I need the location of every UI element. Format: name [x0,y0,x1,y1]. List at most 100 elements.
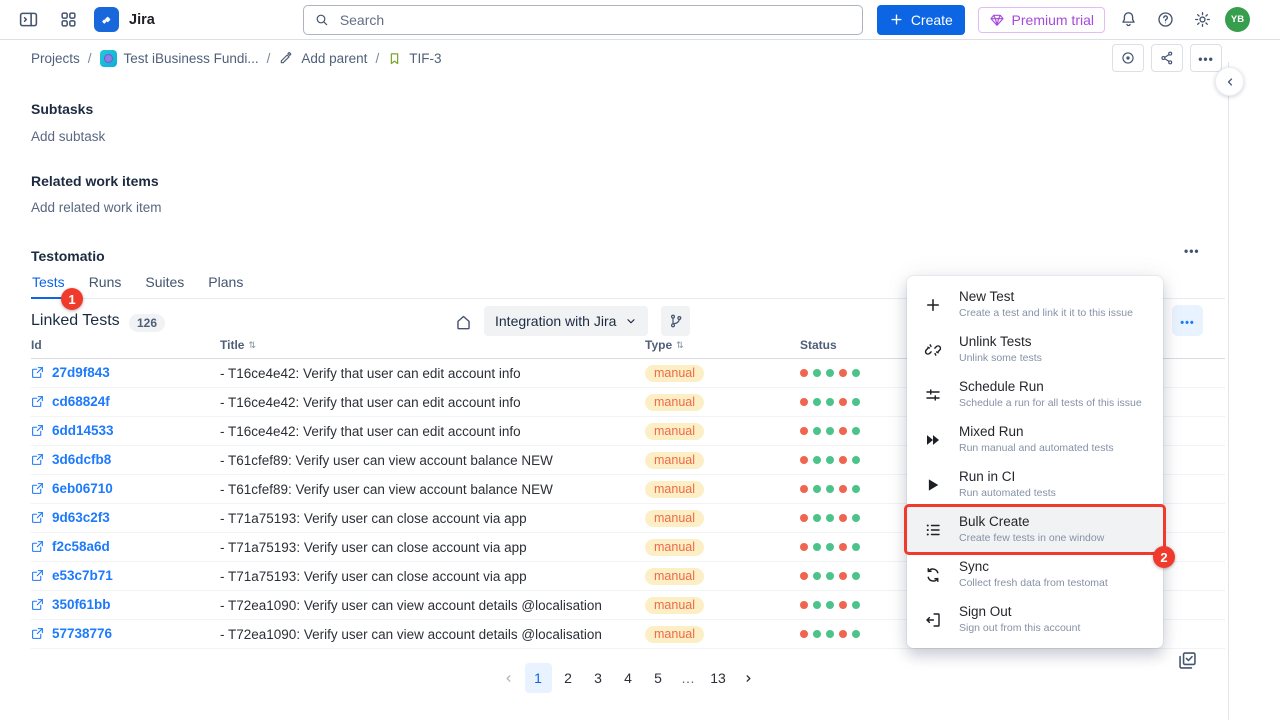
bulk-select-button[interactable] [1177,650,1198,671]
column-header-title[interactable]: Title [220,338,645,352]
step-annotation-2: 2 [1153,546,1175,568]
collapse-panel-button[interactable] [1215,67,1244,96]
jira-logo-icon[interactable] [94,7,119,32]
app-name: Jira [129,12,155,28]
test-id-link[interactable]: 9d63c2f3 [31,510,110,525]
sidebar-toggle-icon[interactable] [14,6,42,34]
test-title: - T71a75193: Verify user can close accou… [220,540,645,555]
breadcrumb-separator: / [267,51,271,66]
previous-page-button[interactable] [495,663,522,693]
page-button-3[interactable]: 3 [585,663,612,693]
external-link-icon [31,366,44,379]
type-badge: manual [645,423,704,440]
menu-item-icon [907,431,959,449]
pagination: 1 2 3 4 5 … 13 [31,663,1225,693]
add-related-work-item-link[interactable]: Add related work item [31,200,162,215]
add-parent-button[interactable]: Add parent [278,50,367,66]
menu-item-sync[interactable]: Sync Collect fresh data from testomat [907,552,1163,597]
test-id-link[interactable]: 3d6dcfb8 [31,452,111,467]
external-link-icon [31,395,44,408]
testomatio-more-button[interactable] [1184,242,1200,258]
breadcrumb-more-button[interactable] [1190,44,1222,72]
external-link-icon [31,627,44,640]
test-id-link[interactable]: e53c7b71 [31,568,113,583]
right-panel-divider [1228,62,1229,720]
page-button[interactable]: … [675,663,702,693]
project-avatar [100,50,117,67]
project-selector-dropdown[interactable]: Integration with Jira [484,306,648,336]
next-page-button[interactable] [735,663,762,693]
page-list: 1 2 3 4 5 … 13 [525,663,732,693]
tab-suites[interactable]: Suites [144,274,185,299]
testomatio-title: Testomatio [31,248,105,264]
test-id-link[interactable]: cd68824f [31,394,110,409]
help-icon[interactable] [1151,6,1179,34]
linked-tests-more-button[interactable] [1172,305,1203,336]
issue-key-link[interactable]: TIF-3 [387,51,441,66]
external-link-icon [31,569,44,582]
external-link-icon [31,453,44,466]
search-box[interactable] [303,5,863,35]
top-navigation-bar: Jira Create Premium trial [0,0,1280,40]
linked-tests-count-badge: 126 [129,314,165,332]
test-id-link[interactable]: 57738776 [31,626,112,641]
menu-item-schedule-run[interactable]: Schedule Run Schedule a run for all test… [907,372,1163,417]
breadcrumb-projects-link[interactable]: Projects [31,51,80,66]
issue-actions [1112,44,1222,72]
column-header-type[interactable]: Type [645,338,800,352]
page-button-2[interactable]: 2 [555,663,582,693]
share-button[interactable] [1151,44,1183,72]
test-id-link[interactable]: 27d9f843 [31,365,110,380]
type-badge: manual [645,394,704,411]
ellipsis-icon [1198,51,1214,66]
premium-trial-button[interactable]: Premium trial [978,7,1105,33]
testomatio-actions-menu: New Test Create a test and link it it to… [907,276,1163,648]
related-work-items-title: Related work items [31,173,159,189]
page-button-5[interactable]: 5 [645,663,672,693]
type-badge: manual [645,626,704,643]
home-icon-button[interactable] [450,309,476,335]
create-button[interactable]: Create [877,5,965,35]
menu-item-unlink-tests[interactable]: Unlink Tests Unlink some tests [907,327,1163,372]
menu-item-icon [907,341,959,359]
page-button-4[interactable]: 4 [615,663,642,693]
chevron-down-icon [625,315,637,327]
type-badge: manual [645,539,704,556]
test-title: - T71a75193: Verify user can close accou… [220,511,645,526]
tab-plans[interactable]: Plans [207,274,244,299]
menu-item-sign-out[interactable]: Sign Out Sign out from this account [907,597,1163,642]
add-subtask-link[interactable]: Add subtask [31,129,105,144]
menu-item-mixed-run[interactable]: Mixed Run Run manual and automated tests [907,417,1163,462]
sort-icon [676,340,684,351]
menu-item-new-test[interactable]: New Test Create a test and link it it to… [907,282,1163,327]
test-title: - T71a75193: Verify user can close accou… [220,569,645,584]
tab-runs[interactable]: Runs [88,274,123,299]
topbar-right-group: Premium trial YB [978,6,1266,34]
page-button-1[interactable]: 1 [525,663,552,693]
menu-item-run-in-ci[interactable]: Run in CI Run automated tests [907,462,1163,507]
breadcrumb-separator: / [375,51,379,66]
app-switcher-icon[interactable] [54,6,82,34]
pencil-edit-icon [278,50,294,66]
watch-eye-button[interactable] [1112,44,1144,72]
test-id-link[interactable]: 350f61bb [31,597,111,612]
user-avatar[interactable]: YB [1225,7,1250,32]
external-link-icon [31,482,44,495]
menu-item-icon [907,296,959,314]
topbar-left-group: Jira [14,6,155,34]
jira-issue-page: Jira Create Premium trial [0,0,1280,720]
search-input[interactable] [338,11,852,29]
breadcrumb-project-link[interactable]: Test iBusiness Fundi... [100,50,259,67]
test-id-link[interactable]: 6dd14533 [31,423,114,438]
test-id-link[interactable]: f2c58a6d [31,539,110,554]
notifications-bell-icon[interactable] [1114,6,1142,34]
menu-item-bulk-create[interactable]: Bulk Create Create few tests in one wind… [907,507,1163,552]
page-button-13[interactable]: 13 [705,663,732,693]
menu-item-icon [907,476,959,494]
type-badge: manual [645,510,704,527]
column-header-id: Id [31,338,220,352]
test-id-link[interactable]: 6eb06710 [31,481,113,496]
settings-gear-icon[interactable] [1188,6,1216,34]
branch-button[interactable] [661,306,690,336]
external-link-icon [31,598,44,611]
